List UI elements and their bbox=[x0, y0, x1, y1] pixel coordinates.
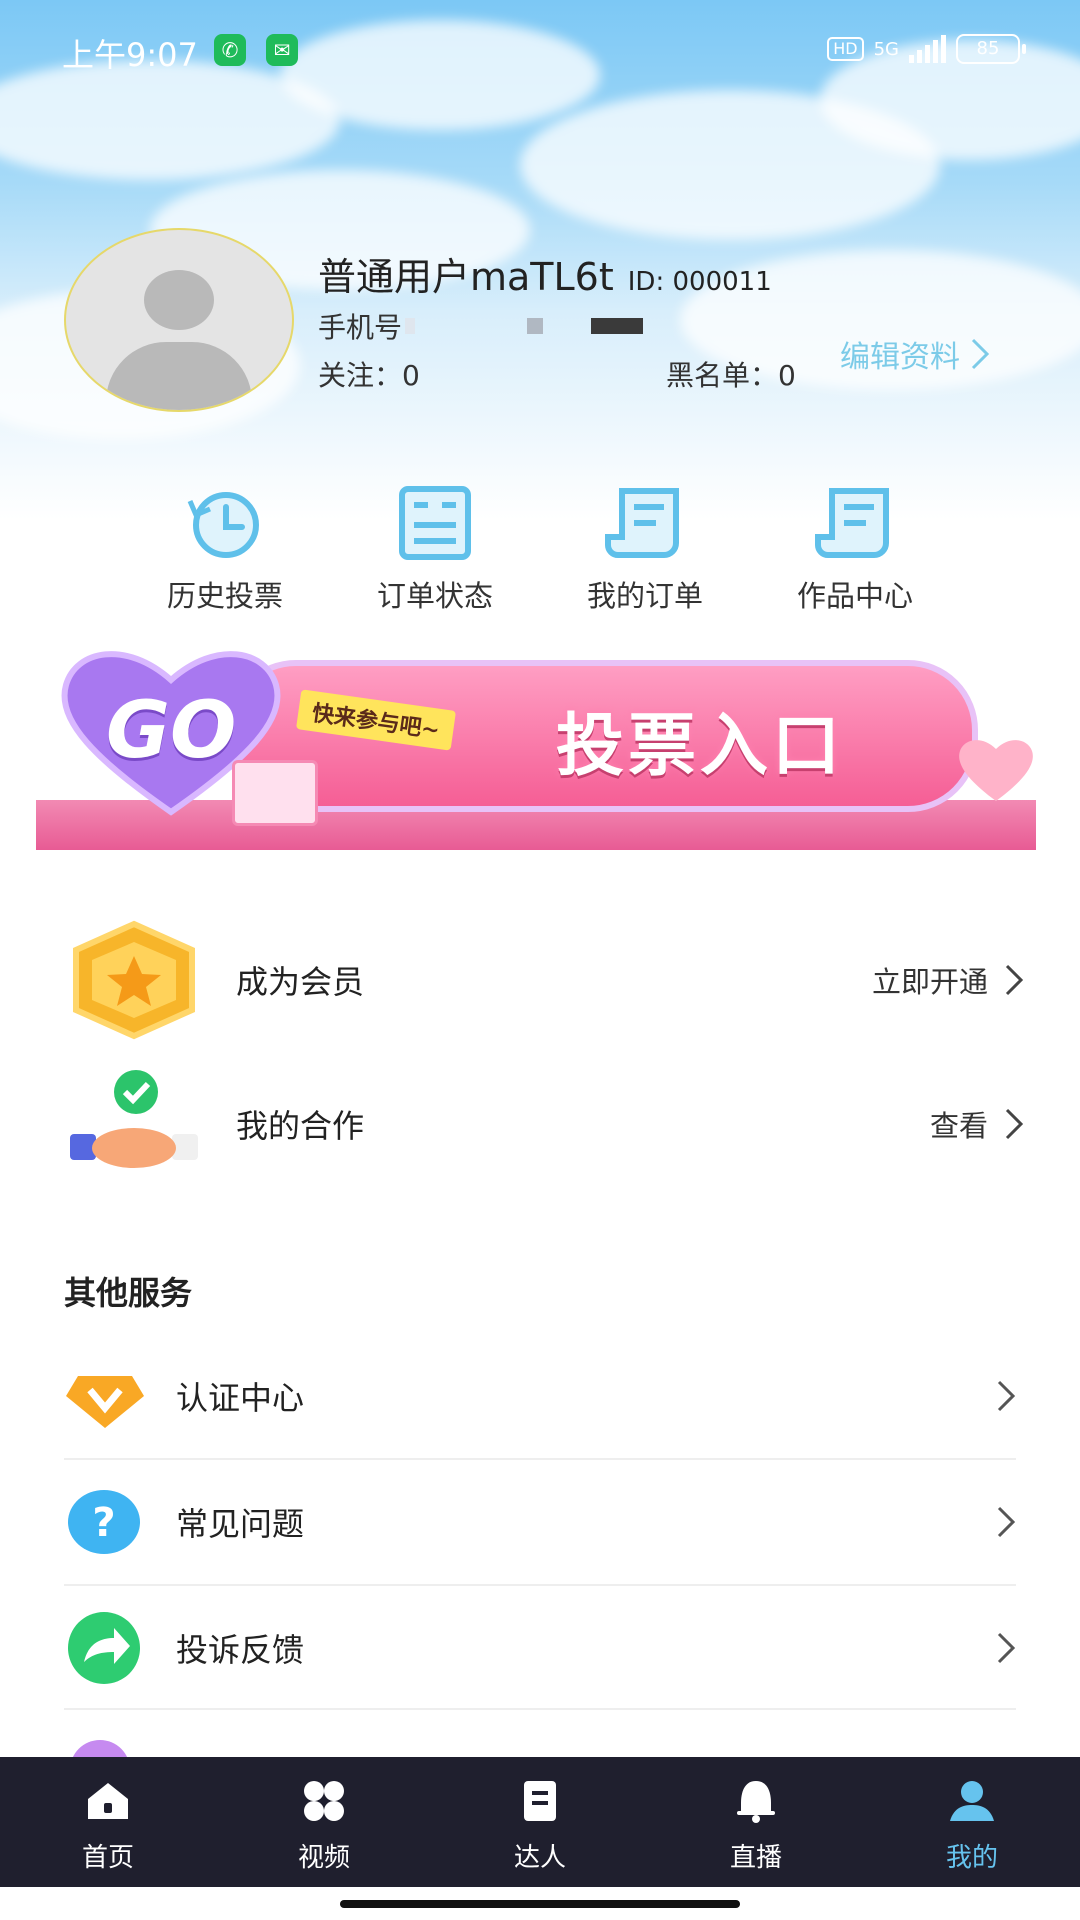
share-arrow-icon bbox=[64, 1608, 146, 1688]
book-icon bbox=[524, 1781, 556, 1821]
user-id: ID: 000011 bbox=[627, 267, 772, 297]
vote-entry-banner[interactable]: GO 快来参与吧~ 投票入口 bbox=[36, 640, 1036, 855]
status-time: 上午9:07 bbox=[62, 36, 198, 74]
nav-label: 直播 bbox=[729, 1843, 782, 1873]
service-label: 认证中心 bbox=[176, 1379, 305, 1417]
nav-label: 视频 bbox=[297, 1843, 350, 1873]
service-item-feedback[interactable]: 投诉反馈 bbox=[64, 1586, 1016, 1710]
quick-action-works[interactable]: 作品中心 bbox=[750, 485, 960, 615]
phone-notification-icon: ✆ bbox=[214, 34, 246, 66]
nav-tab-creators[interactable]: 达人 bbox=[432, 1757, 648, 1887]
edit-profile-label: 编辑资料 bbox=[840, 340, 960, 375]
service-item-faq[interactable]: ? 常见问题 bbox=[64, 1460, 1016, 1584]
bell-icon bbox=[737, 1781, 775, 1823]
service-label: 常见问题 bbox=[176, 1505, 305, 1543]
edit-profile-button[interactable]: 编辑资料 bbox=[840, 332, 990, 376]
nav-tab-home[interactable]: 首页 bbox=[0, 1757, 216, 1887]
avatar[interactable] bbox=[64, 228, 294, 412]
chevron-right-icon bbox=[997, 1632, 1016, 1664]
user-icon bbox=[950, 1781, 994, 1821]
nav-tab-mine[interactable]: 我的 bbox=[864, 1757, 1080, 1887]
quick-action-order-status[interactable]: 订单状态 bbox=[330, 485, 540, 615]
chevron-right-icon bbox=[1005, 1108, 1024, 1140]
signal-icon bbox=[909, 35, 946, 63]
phone-number-masked bbox=[405, 318, 645, 336]
star-badge-icon bbox=[64, 920, 204, 1040]
my-cooperation-row[interactable]: 我的合作 查看 bbox=[64, 1064, 1024, 1184]
feature-title: 我的合作 bbox=[236, 1107, 365, 1145]
banner-go-text: GO bbox=[106, 686, 237, 776]
chevron-right-icon bbox=[997, 1506, 1016, 1538]
bottom-nav: 首页 视频 达人 直播 我的 bbox=[0, 1757, 1080, 1887]
video-icon bbox=[304, 1781, 344, 1821]
home-icon bbox=[88, 1783, 128, 1819]
feature-title: 成为会员 bbox=[236, 963, 365, 1001]
question-icon: ? bbox=[64, 1482, 146, 1562]
works-icon bbox=[815, 488, 889, 558]
service-item-verification[interactable]: 认证中心 bbox=[64, 1334, 1016, 1458]
blacklist-count[interactable]: 黑名单：0 bbox=[666, 354, 796, 394]
battery-icon: 85 bbox=[956, 34, 1026, 64]
wechat-notification-icon: ✉ bbox=[266, 34, 298, 66]
order-status-icon bbox=[399, 486, 471, 560]
quick-action-label: 历史投票 bbox=[166, 579, 283, 613]
chevron-right-icon bbox=[971, 338, 990, 370]
divider bbox=[64, 1708, 1016, 1710]
nav-label: 我的 bbox=[945, 1843, 998, 1873]
network-type: 5G bbox=[873, 38, 899, 60]
feature-action: 立即开通 bbox=[871, 965, 988, 999]
home-indicator[interactable] bbox=[340, 1900, 740, 1908]
small-heart-icon bbox=[959, 740, 1033, 801]
quick-action-label: 订单状态 bbox=[376, 579, 493, 613]
quick-action-my-orders[interactable]: 我的订单 bbox=[540, 485, 750, 615]
feature-action: 查看 bbox=[929, 1109, 988, 1143]
quick-actions: 历史投票 订单状态 我的订单 作品中心 bbox=[120, 485, 960, 615]
other-services-title: 其他服务 bbox=[64, 1274, 193, 1312]
quick-action-label: 我的订单 bbox=[586, 579, 703, 613]
svg-text:?: ? bbox=[92, 1500, 115, 1546]
quick-action-label: 作品中心 bbox=[796, 579, 913, 613]
status-bar: 上午9:07 ✆ ✉ HD 5G 85 bbox=[0, 0, 1080, 100]
become-member-row[interactable]: 成为会员 立即开通 bbox=[64, 920, 1024, 1040]
my-orders-icon bbox=[605, 488, 679, 558]
gift-icon bbox=[232, 760, 318, 826]
banner-entry-text: 投票入口 bbox=[556, 707, 845, 786]
nav-label: 首页 bbox=[81, 1843, 134, 1873]
history-icon bbox=[187, 492, 259, 558]
chevron-right-icon bbox=[997, 1380, 1016, 1412]
user-name: 普通用户maTL6t bbox=[318, 255, 614, 299]
phone-label: 手机号 bbox=[318, 311, 403, 344]
handshake-icon bbox=[64, 1064, 204, 1184]
nav-label: 达人 bbox=[513, 1843, 566, 1873]
hd-indicator: HD bbox=[827, 37, 864, 61]
chevron-right-icon bbox=[1005, 964, 1024, 996]
profile-name-row: 普通用户maTL6t ID: 000011 bbox=[318, 246, 772, 301]
service-label: 投诉反馈 bbox=[176, 1631, 305, 1669]
nav-tab-video[interactable]: 视频 bbox=[216, 1757, 432, 1887]
nav-tab-live[interactable]: 直播 bbox=[648, 1757, 864, 1887]
follow-count[interactable]: 关注：0 bbox=[318, 354, 420, 394]
quick-action-history[interactable]: 历史投票 bbox=[120, 485, 330, 615]
v-badge-icon bbox=[64, 1356, 146, 1436]
